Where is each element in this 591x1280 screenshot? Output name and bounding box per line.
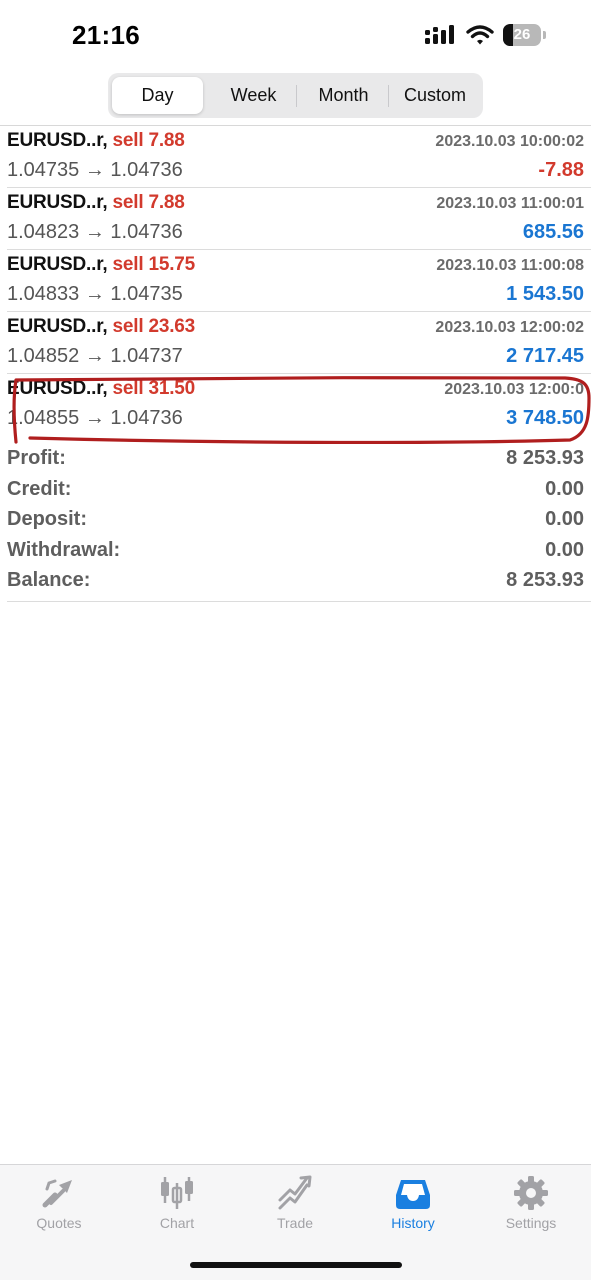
deal-prices: 1.04855 → 1.04736 xyxy=(7,407,183,429)
deal-side: sell 15.75 xyxy=(112,254,196,275)
deal-profit: 1 543.50 xyxy=(506,283,584,305)
deal-datetime: 2023.10.03 11:00:08 xyxy=(436,257,584,274)
deal-symbol: EURUSD..r, xyxy=(7,378,108,399)
deal-prices: 1.04852 → 1.04737 xyxy=(7,345,183,367)
deal-profit: 3 748.50 xyxy=(506,407,584,429)
summary-divider xyxy=(7,601,591,602)
deal-prices: 1.04823 → 1.04736 xyxy=(7,221,183,243)
deal-row[interactable]: EURUSD..r, sell 23.63 2023.10.03 12:00:0… xyxy=(0,312,591,374)
battery-icon: 26 xyxy=(503,24,547,46)
summary-row-withdrawal: Withdrawal: 0.00 xyxy=(0,537,591,568)
summary-row-credit: Credit: 0.00 xyxy=(0,476,591,507)
summary-label: Credit: xyxy=(7,477,72,500)
summary-label: Withdrawal: xyxy=(7,538,121,561)
summary-label: Deposit: xyxy=(7,508,87,530)
deal-profit: 2 717.45 xyxy=(506,345,584,367)
summary-row-balance: Balance: 8 253.93 xyxy=(0,567,591,598)
summary-value: 0.00 xyxy=(545,508,584,530)
summary-label: Balance: xyxy=(7,569,91,591)
deal-datetime: 2023.10.03 12:00:02 xyxy=(435,319,584,336)
tab-month[interactable]: Month xyxy=(296,77,391,114)
deal-row[interactable]: EURUSD..r, sell 7.88 2023.10.03 11:00:01… xyxy=(0,188,591,250)
deal-profit: 685.56 xyxy=(522,221,584,243)
deal-side: sell 23.63 xyxy=(112,316,196,337)
tab-custom[interactable]: Custom xyxy=(390,77,480,114)
tab-trade[interactable]: Trade xyxy=(236,1165,354,1245)
deal-datetime: 2023.10.03 10:00:02 xyxy=(435,133,584,150)
summary-value: 0.00 xyxy=(545,538,584,561)
deal-profit: -7.88 xyxy=(538,159,584,181)
summary-row-deposit: Deposit: 0.00 xyxy=(0,506,591,537)
deal-symbol: EURUSD..r, xyxy=(7,316,108,337)
summary-value: 8 253.93 xyxy=(506,447,584,469)
history-icon xyxy=(396,1180,430,1209)
cellular-signal-icon xyxy=(425,25,454,44)
trade-icon xyxy=(278,1175,312,1210)
settings-icon xyxy=(514,1176,548,1210)
deal-row[interactable]: EURUSD..r, sell 31.50 2023.10.03 12:00:0… xyxy=(0,374,591,436)
tab-settings[interactable]: Settings xyxy=(472,1165,590,1245)
summary-row-profit: Profit: 8 253.93 xyxy=(0,445,591,476)
deal-datetime: 2023.10.03 11:00:01 xyxy=(436,195,584,212)
tab-chart[interactable]: Chart xyxy=(118,1165,236,1245)
wifi-icon xyxy=(466,25,494,45)
deal-prices: 1.04833 → 1.04735 xyxy=(7,283,183,305)
deal-side: sell 31.50 xyxy=(112,378,196,399)
deal-prices: 1.04735 → 1.04736 xyxy=(7,159,183,181)
deal-symbol: EURUSD..r, xyxy=(7,130,108,151)
status-time: 21:16 xyxy=(72,20,140,50)
tab-label: History xyxy=(391,1215,435,1231)
tab-week[interactable]: Week xyxy=(206,77,301,114)
deal-side: sell 7.88 xyxy=(112,130,185,151)
tab-day[interactable]: Day xyxy=(112,77,203,114)
tab-label: Chart xyxy=(159,1215,195,1231)
deal-row[interactable]: EURUSD..r, sell 7.88 2023.10.03 10:00:02… xyxy=(0,126,591,188)
tab-history[interactable]: History xyxy=(354,1165,472,1245)
tab-quotes[interactable]: Quotes xyxy=(0,1165,118,1245)
summary-value: 0.00 xyxy=(545,477,584,500)
tab-label: Quotes xyxy=(36,1215,82,1231)
deal-symbol: EURUSD..r, xyxy=(7,192,108,213)
summary-label: Profit: xyxy=(7,447,66,469)
summary-value: 8 253.93 xyxy=(506,569,584,591)
deal-row[interactable]: EURUSD..r, sell 15.75 2023.10.03 11:00:0… xyxy=(0,250,591,312)
summary-section: Profit: 8 253.93 Credit: 0.00 Deposit: 0… xyxy=(0,445,591,598)
home-indicator[interactable] xyxy=(190,1262,402,1268)
deal-side: sell 7.88 xyxy=(112,192,185,213)
battery-percent: 26 xyxy=(513,26,531,43)
status-bar: 21:16 26 xyxy=(0,0,591,64)
quotes-icon xyxy=(42,1179,72,1208)
chart-icon xyxy=(161,1177,193,1209)
tab-label: Trade xyxy=(276,1215,314,1231)
deal-symbol: EURUSD..r, xyxy=(7,254,108,275)
deal-datetime: 2023.10.03 12:00:0 xyxy=(444,381,584,398)
period-segmented-control: Day Week Month Custom xyxy=(108,73,483,118)
tab-label: Settings xyxy=(505,1215,557,1231)
